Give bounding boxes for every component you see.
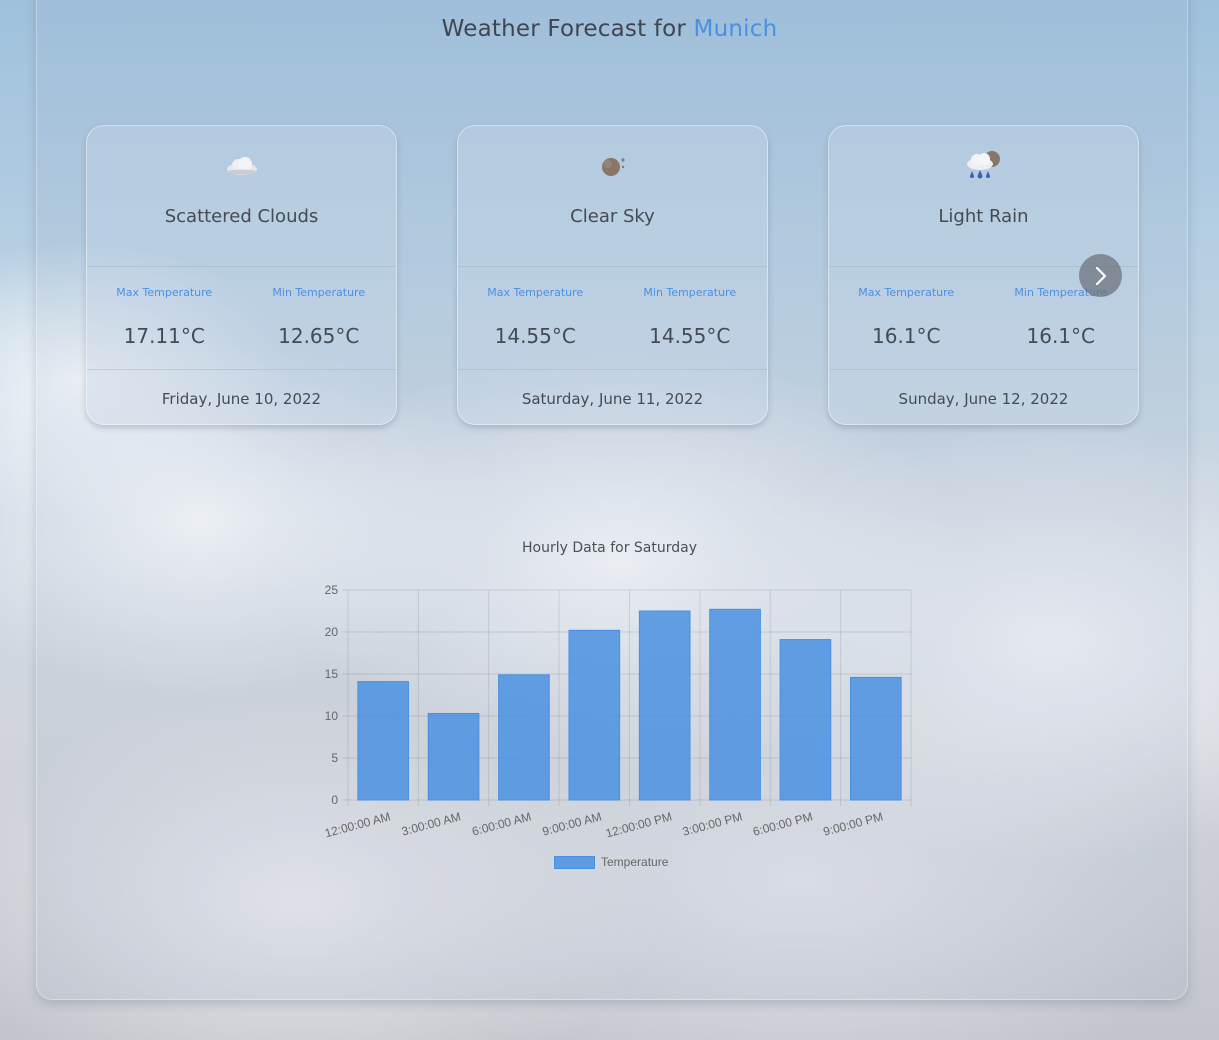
chart-legend[interactable]: Temperature [554, 855, 668, 869]
max-temp-label: Max Temperature [487, 286, 584, 299]
divider [458, 369, 767, 370]
light-rain-icon [829, 148, 1138, 184]
min-temp-value: 14.55°C [649, 324, 731, 348]
min-temp-column: Min Temperature 16.1°C [984, 286, 1139, 348]
scattered-clouds-icon [87, 148, 396, 184]
y-tick-label: 20 [325, 625, 339, 639]
max-temp-value: 14.55°C [494, 324, 576, 348]
max-temp-column: Max Temperature 16.1°C [829, 286, 984, 348]
forecast-date: Sunday, June 12, 2022 [898, 390, 1069, 408]
bar [849, 676, 902, 801]
bar [498, 674, 550, 801]
chevron-right-icon [1095, 266, 1106, 285]
divider [458, 266, 767, 267]
hourly-temperature-chart: 0 5 10 15 20 25 12:00:00 AM 3:00:00 AM 6:00:00 A… [323, 583, 912, 841]
x-tick-label: 3:00:00 PM [681, 809, 744, 838]
y-tick-label: 10 [325, 709, 339, 723]
forecast-card[interactable]: Clear Sky Max Temperature 14.55°C Min Te… [457, 125, 768, 425]
max-temp-label: Max Temperature [858, 286, 955, 299]
max-temp-value: 17.11°C [123, 324, 205, 348]
bar [357, 681, 410, 801]
chart-title: Hourly Data for Saturday [521, 540, 697, 556]
divider [87, 266, 396, 267]
bar [709, 608, 761, 801]
bar [568, 629, 621, 801]
bar [779, 639, 832, 801]
max-temp-column: Max Temperature 17.11°C [87, 286, 242, 348]
forecast-card[interactable]: Scattered Clouds Max Temperature 17.11°C… [86, 125, 397, 425]
y-tick-label: 25 [325, 583, 339, 597]
max-temp-label: Max Temperature [116, 286, 213, 299]
x-tick-label: 9:00:00 AM [541, 809, 603, 838]
forecast-date: Saturday, June 11, 2022 [521, 390, 704, 408]
forecast-date: Friday, June 10, 2022 [161, 390, 322, 408]
clear-sky-night-icon [458, 148, 767, 184]
min-temp-column: Min Temperature 12.65°C [242, 286, 397, 348]
x-tick-label: 12:00:00 AM [323, 809, 392, 840]
page-title: Weather Forecast for Munich [0, 16, 1219, 42]
min-temp-label: Min Temperature [272, 286, 366, 299]
x-tick-label: 9:00:00 PM [822, 809, 885, 838]
x-tick-label: 6:00:00 AM [470, 809, 532, 838]
divider [829, 369, 1138, 370]
x-tick-label: 6:00:00 PM [751, 809, 814, 838]
city-name: Munich [693, 16, 778, 42]
weather-description: Clear Sky [570, 206, 655, 227]
y-tick-label: 5 [331, 751, 338, 765]
x-tick-label: 12:00:00 PM [604, 809, 673, 840]
min-temp-label: Min Temperature [643, 286, 737, 299]
bar [427, 712, 480, 801]
max-temp-column: Max Temperature 14.55°C [458, 286, 613, 348]
bar [638, 610, 691, 801]
weather-description: Light Rain [938, 206, 1029, 227]
x-tick-label: 3:00:00 AM [400, 809, 462, 838]
divider [87, 369, 396, 370]
legend-swatch [554, 855, 595, 869]
min-temp-value: 16.1°C [1026, 324, 1096, 348]
min-temp-value: 12.65°C [278, 324, 360, 348]
max-temp-value: 16.1°C [872, 324, 941, 348]
y-tick-label: 0 [331, 793, 338, 807]
y-tick-label: 15 [325, 667, 339, 681]
carousel-next-button[interactable] [1079, 254, 1122, 297]
title-prefix: Weather Forecast for [441, 16, 694, 42]
weather-description: Scattered Clouds [164, 206, 319, 227]
min-temp-column: Min Temperature 14.55°C [613, 286, 768, 348]
legend-label: Temperature [601, 855, 669, 869]
